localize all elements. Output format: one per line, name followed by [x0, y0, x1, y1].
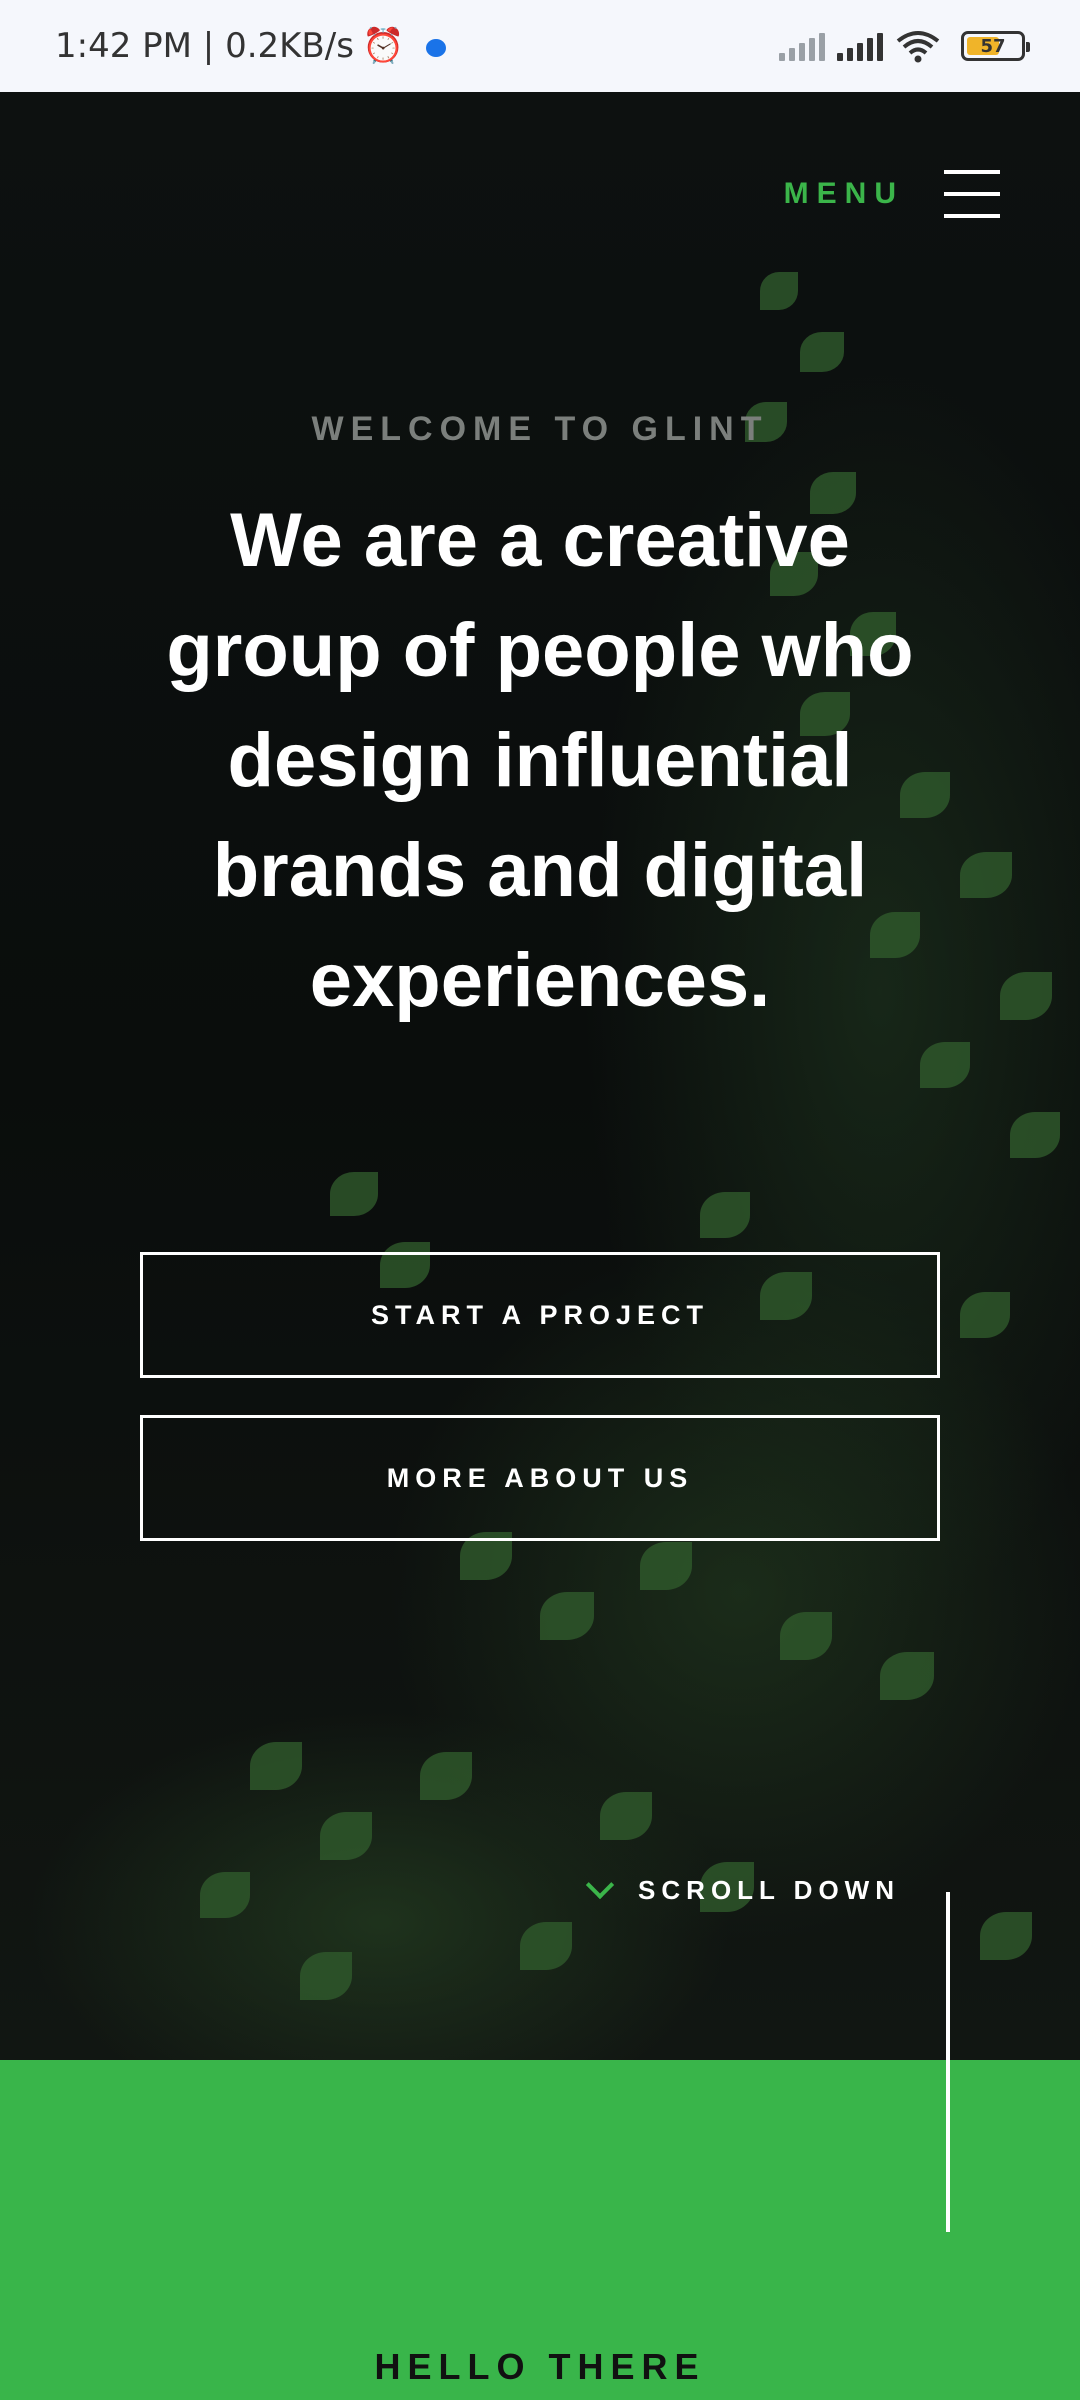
- hamburger-icon[interactable]: [944, 170, 1000, 218]
- chat-bubble-icon: [426, 39, 447, 57]
- status-time: 1:42 PM | 0.2KB/s: [55, 26, 354, 66]
- more-about-us-button[interactable]: MORE ABOUT US: [140, 1415, 940, 1541]
- start-project-button[interactable]: START A PROJECT: [140, 1252, 940, 1378]
- menu-toggle[interactable]: MENU: [784, 170, 1000, 218]
- signal-icon: [837, 31, 883, 61]
- hero-section: MENU WELCOME TO GLINT We are a creative …: [0, 92, 1080, 2060]
- status-right: 57: [779, 29, 1030, 63]
- battery-icon: 57: [961, 31, 1030, 61]
- menu-label[interactable]: MENU: [784, 177, 904, 211]
- scroll-down-link[interactable]: SCROLL DOWN: [585, 1870, 900, 1906]
- hero-headline: We are a creative group of people who de…: [166, 498, 914, 1023]
- status-left: 1:42 PM | 0.2KB/s ⏰: [55, 26, 447, 66]
- battery-level: 57: [980, 35, 1006, 57]
- alarm-clock-icon: ⏰: [361, 26, 405, 66]
- signal-icon: [779, 31, 825, 61]
- scroll-indicator-line: [946, 1892, 950, 2232]
- about-section: HELLO THERE: [0, 2060, 1080, 2400]
- welcome-eyebrow: WELCOME TO GLINT: [311, 410, 769, 448]
- chevron-down-icon: [585, 1870, 615, 1899]
- wifi-icon: [896, 31, 940, 63]
- status-bar: 1:42 PM | 0.2KB/s ⏰ 57: [0, 0, 1080, 92]
- about-heading: HELLO THERE: [374, 2346, 706, 2387]
- page: 1:42 PM | 0.2KB/s ⏰ 57 MENU WELCOME TO G…: [0, 0, 1080, 2400]
- scroll-down-label: SCROLL DOWN: [638, 1875, 900, 1905]
